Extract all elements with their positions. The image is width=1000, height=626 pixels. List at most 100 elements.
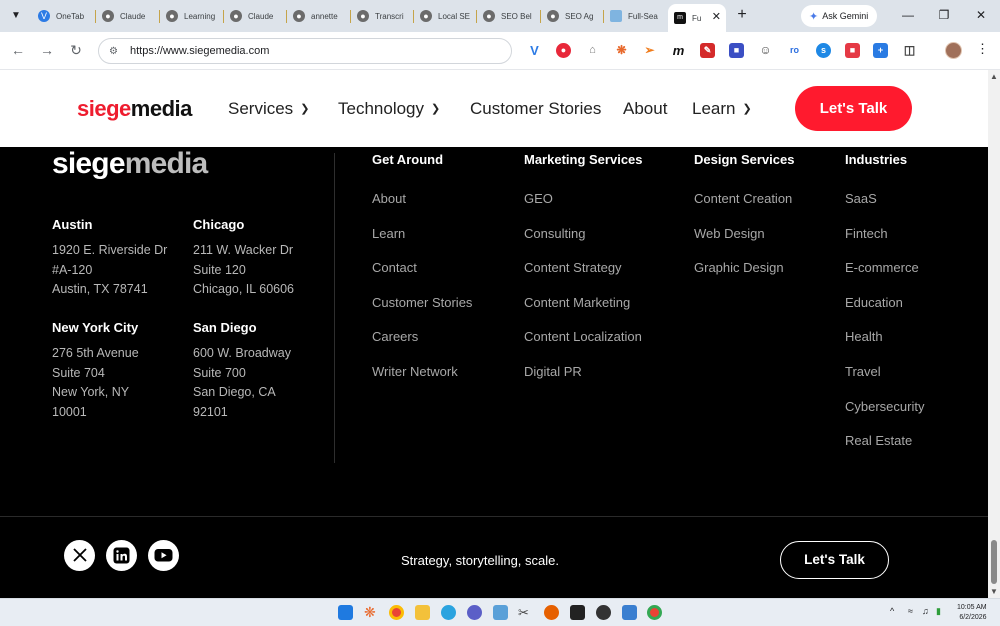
volume-icon[interactable]: ♫ [922,606,929,616]
m-extension-icon[interactable]: m [671,43,686,58]
onetab-extension-icon[interactable]: V [527,43,542,58]
footer-link[interactable]: Cybersecurity [845,399,924,434]
tab-title: Claude [120,11,146,21]
teams-icon[interactable] [467,605,482,620]
footer-link[interactable]: About [372,191,472,226]
forward-arrow-icon[interactable]: → [39,42,55,58]
browser-tab[interactable]: ● annette [287,4,349,28]
footer-link[interactable]: Content Strategy [524,260,643,295]
nav-services[interactable]: Services ❯ [228,99,309,119]
x-twitter-link[interactable] [64,540,95,571]
footer-link[interactable]: Travel [845,364,924,399]
extension-badge-icon[interactable]: ● [556,43,571,58]
office-address-line: San Diego, CA [193,385,276,399]
footer-link[interactable]: Contact [372,260,472,295]
linkedin-link[interactable] [106,540,137,571]
firefox-icon[interactable] [544,605,559,620]
smile-extension-icon[interactable]: ☺ [758,43,773,58]
url-input[interactable] [129,45,490,57]
new-tab-plus-icon[interactable]: + [734,6,750,24]
red-extension-icon[interactable]: ✎ [700,43,715,58]
footer-link[interactable]: Health [845,329,924,364]
ro-extension-icon[interactable]: ro [787,43,802,58]
footer-link[interactable]: Fintech [845,226,924,261]
footer-link[interactable]: Content Marketing [524,295,643,330]
browser-tab[interactable]: ● Claude [224,4,286,28]
photos-icon[interactable] [622,605,637,620]
page-scrollbar[interactable]: ▲ ▼ [988,70,1000,598]
blue-extension-icon[interactable]: ■ [729,43,744,58]
site-info-tune-icon[interactable]: ⚙ [109,46,118,57]
telegram-icon[interactable] [441,605,456,620]
footer-link[interactable]: SaaS [845,191,924,226]
lets-talk-header-button[interactable]: Let's Talk [795,86,912,131]
file-explorer-icon[interactable] [415,605,430,620]
lets-talk-footer-button[interactable]: Let's Talk [780,541,889,579]
snipping-tool-icon[interactable]: ✂ [518,605,533,620]
scrollbar-thumb[interactable] [991,540,997,584]
plus-extension-icon[interactable]: + [873,43,888,58]
browser-tab[interactable]: ● Claude [96,4,158,28]
browser-tab[interactable]: V OneTab [32,4,94,28]
footer-link[interactable]: Content Creation [694,191,794,226]
browser-tab[interactable]: ● Learning [160,4,222,28]
media-player-icon[interactable] [596,605,611,620]
footer-link[interactable]: GEO [524,191,643,226]
back-arrow-icon[interactable]: ← [10,42,26,58]
claude-app-icon[interactable]: ❋ [364,605,379,620]
footer-link[interactable]: Learn [372,226,472,261]
home-extension-icon[interactable]: ⌂ [585,43,600,58]
browser-menu-icon[interactable]: ⋮ [976,41,989,57]
browser-tab[interactable]: ● Local SE [414,4,476,28]
tab-search-chevron-icon[interactable]: ▼ [6,6,26,26]
nav-about[interactable]: About [623,99,667,119]
scroll-down-arrow-icon[interactable]: ▼ [990,587,998,596]
ask-gemini-button[interactable]: ✦ Ask Gemini [801,5,877,27]
wifi-icon[interactable]: ≈ [908,606,913,616]
nav-customer-stories[interactable]: Customer Stories [470,99,601,119]
scroll-up-arrow-icon[interactable]: ▲ [990,72,998,81]
footer-link[interactable]: Consulting [524,226,643,261]
battery-icon[interactable]: ▮ [936,606,941,617]
footer-link[interactable]: Customer Stories [372,295,472,330]
siegemedia-logo[interactable]: siegemedia [77,96,192,122]
chrome-profile-icon[interactable] [647,605,662,620]
extensions-puzzle-icon[interactable]: ◫ [902,43,917,58]
orange-extension-icon[interactable]: ➢ [642,43,657,58]
browser-tab[interactable]: Full-Sea [604,4,666,28]
browser-tab[interactable]: ● SEO Bel [477,4,539,28]
system-clock[interactable]: 10:05 AM 6/2/2026 [957,603,987,623]
footer-logo[interactable]: siegemedia [52,147,208,181]
address-bar[interactable]: ⚙ [98,38,512,64]
close-window-icon[interactable]: ✕ [973,8,989,22]
claude-extension-icon[interactable]: ❋ [614,43,629,58]
footer-link[interactable]: Web Design [694,226,794,261]
s-extension-icon[interactable]: s [816,43,831,58]
footer-link[interactable]: Writer Network [372,364,472,399]
browser-tab[interactable]: ● SEO Ag [541,4,603,28]
footer-link[interactable]: E-commerce [845,260,924,295]
pink-extension-icon[interactable]: ■ [845,43,860,58]
footer-link[interactable]: Real Estate [845,433,924,468]
nav-technology[interactable]: Technology ❯ [338,99,440,119]
footer-link[interactable]: Graphic Design [694,260,794,295]
windows-start-icon[interactable] [338,605,353,620]
notepad-icon[interactable] [493,605,508,620]
terminal-icon[interactable] [570,605,585,620]
restore-window-icon[interactable]: ❐ [936,8,952,22]
minimize-window-icon[interactable]: — [900,8,916,22]
chrome-app-icon[interactable] [389,605,404,620]
show-hidden-icons-chevron-icon[interactable]: ^ [890,606,894,616]
footer-link[interactable]: Content Localization [524,329,643,364]
profile-avatar[interactable] [945,42,962,59]
close-tab-icon[interactable]: ✕ [712,10,721,23]
footer-link[interactable]: Education [845,295,924,330]
browser-tab[interactable]: ● Transcri [351,4,413,28]
browser-tab-active[interactable]: m Fu ✕ [668,4,726,32]
reload-icon[interactable]: ↻ [68,42,84,59]
nav-learn[interactable]: Learn ❯ [692,99,752,119]
youtube-link[interactable] [148,540,179,571]
footer-link[interactable]: Digital PR [524,364,643,399]
footer-link[interactable]: Careers [372,329,472,364]
footer-column-design-services: Design Services Content Creation Web Des… [694,152,794,295]
